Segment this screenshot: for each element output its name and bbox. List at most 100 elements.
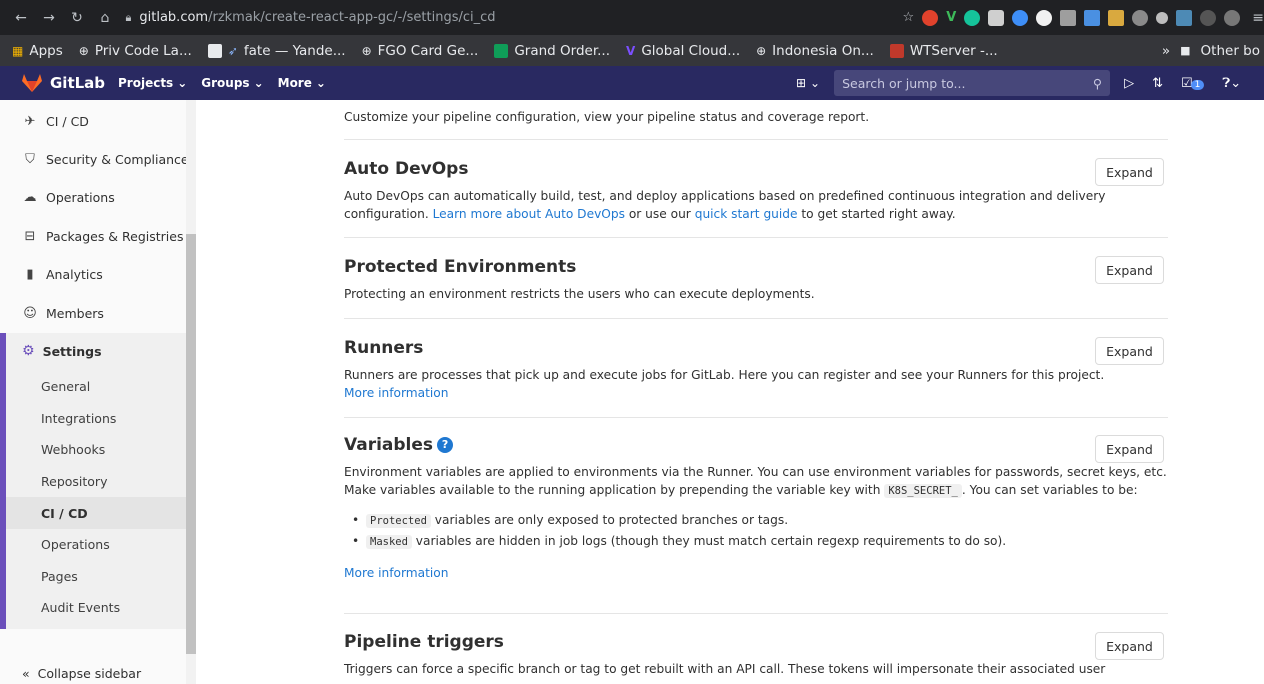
section-title: Protected Environments <box>344 257 577 277</box>
extension-icon[interactable]: V <box>946 10 956 25</box>
extension-icon[interactable] <box>1084 9 1101 26</box>
extension-icon[interactable] <box>1108 9 1125 26</box>
chevron-down-icon: ⌄ <box>810 76 821 90</box>
bookmark-apps[interactable]: ▦ Apps <box>0 43 71 59</box>
section-description: Protecting an environment restricts the … <box>344 287 815 301</box>
bookmark-item[interactable]: Grand Order... <box>486 43 618 59</box>
extension-icon[interactable] <box>964 9 981 26</box>
v-logo-icon: V <box>626 43 636 58</box>
bookmark-item[interactable]: ⊕ Priv Code La... <box>71 43 200 59</box>
section-description: Customize your pipeline configuration, v… <box>344 110 870 124</box>
tanuki-icon <box>22 74 42 92</box>
runners-more-info-link[interactable]: More information <box>344 386 448 400</box>
section-description: Triggers can force a specific branch or … <box>344 662 1106 676</box>
other-bookmarks[interactable]: Other bo <box>1201 43 1260 59</box>
divider <box>344 417 1168 418</box>
sidebar-item-packages[interactable]: ⊟ Packages & Registries <box>22 229 184 244</box>
sidebar-sub-cicd[interactable]: CI / CD <box>41 506 88 521</box>
apps-grid-icon: ▦ <box>12 43 24 58</box>
globe-icon: ⊕ <box>361 43 372 58</box>
bookmark-item[interactable]: ⊕ Indonesia On... <box>748 43 882 59</box>
bookmark-item[interactable]: V Global Cloud... <box>618 43 748 59</box>
extension-icon[interactable] <box>1012 9 1029 26</box>
chevron-down-icon: ⌄ <box>253 76 264 90</box>
pipeline-triggers-section: Pipeline triggers Triggers can force a s… <box>344 632 1168 678</box>
chart-icon: ▮ <box>26 267 34 282</box>
issues-icon[interactable]: ▷ <box>1124 76 1134 91</box>
extension-icon[interactable] <box>988 9 1005 26</box>
quick-start-link[interactable]: quick start guide <box>695 207 798 221</box>
extension-icon[interactable] <box>922 9 939 26</box>
new-item-dropdown[interactable]: ⊞ ⌄ <box>796 76 820 90</box>
project-sidebar: ✈ CI / CD ⛉ Security & Compliance ☁ Oper… <box>0 100 196 684</box>
list-item: Masked variables are hidden in job logs … <box>344 531 1168 552</box>
sidebar-sub-operations[interactable]: Operations <box>41 537 110 552</box>
extension-icon[interactable] <box>1132 9 1149 26</box>
gear-icon: ⚙ <box>22 343 35 359</box>
address-bar[interactable]: 🔒︎ gitlab.com /rzkmak/create-react-app-g… <box>126 4 771 32</box>
sidebar-scrollbar-thumb[interactable] <box>186 234 196 654</box>
auto-devops-link[interactable]: Learn more about Auto DevOps <box>433 207 625 221</box>
help-icon[interactable]: ? <box>437 436 454 453</box>
bookmark-item[interactable]: ⊕ FGO Card Ge... <box>354 43 487 59</box>
merge-requests-icon[interactable]: ⇅ <box>1152 76 1163 91</box>
expand-button[interactable]: Expand <box>1095 158 1164 186</box>
gitlab-logo[interactable]: GitLab <box>0 74 118 92</box>
shield-icon: ⛉ <box>25 152 35 167</box>
sidebar-item-settings[interactable]: ⚙ Settings <box>22 343 102 359</box>
sidebar-item-security[interactable]: ⛉ Security & Compliance <box>22 152 189 167</box>
extension-icon[interactable] <box>1200 9 1217 26</box>
expand-button[interactable]: Expand <box>1095 337 1164 365</box>
section-title: Auto DevOps <box>344 159 469 179</box>
star-icon[interactable]: ☆ <box>903 10 915 25</box>
help-icon: ❓︎ <box>1222 75 1231 91</box>
section-description: Environment variables are applied to env… <box>344 465 1167 498</box>
extension-icon[interactable] <box>1060 9 1077 26</box>
bookmark-item[interactable]: WTServer -... <box>882 43 1006 59</box>
bookmarks-overflow[interactable]: » <box>1162 43 1170 59</box>
sidebar-sub-pages[interactable]: Pages <box>41 569 78 584</box>
home-icon[interactable]: ⌂ <box>94 7 116 29</box>
sidebar-item-members[interactable]: ☺ Members <box>22 306 104 321</box>
code-snippet: K8S_SECRET_ <box>884 484 962 498</box>
bookmark-item[interactable]: ➶ fate — Yande... <box>200 43 354 59</box>
todos-button[interactable]: ☑ 1 <box>1181 76 1205 91</box>
expand-button[interactable]: Expand <box>1095 435 1164 463</box>
collapse-sidebar-button[interactable]: « Collapse sidebar <box>22 666 141 681</box>
package-icon: ⊟ <box>24 229 36 244</box>
sidebar-item-cicd[interactable]: ✈ CI / CD <box>22 114 89 129</box>
expand-button[interactable]: Expand <box>1095 632 1164 660</box>
menu-icon[interactable]: ≡ <box>1252 10 1264 26</box>
cloud-icon: ☁ <box>23 190 37 205</box>
extension-icon[interactable] <box>1156 11 1169 24</box>
extension-icon[interactable] <box>1176 9 1193 26</box>
expand-button[interactable]: Expand <box>1095 256 1164 284</box>
back-icon[interactable]: ← <box>10 7 32 29</box>
variables-section: Variables? Environment variables are app… <box>344 435 1168 582</box>
sidebar-sub-audit-events[interactable]: Audit Events <box>41 600 120 615</box>
nav-groups[interactable]: Groups ⌄ <box>201 76 263 90</box>
variables-more-info-link[interactable]: More information <box>344 566 448 580</box>
extension-icon[interactable] <box>1224 9 1241 26</box>
search-input[interactable]: Search or jump to... ⚲ <box>834 70 1111 96</box>
sidebar-sub-webhooks[interactable]: Webhooks <box>41 442 105 457</box>
reload-icon[interactable]: ↻ <box>66 7 88 29</box>
sidebar-item-operations[interactable]: ☁ Operations <box>22 190 115 205</box>
sidebar-sub-repository[interactable]: Repository <box>41 474 107 489</box>
rocket-icon: ✈ <box>24 114 36 129</box>
variables-list: Protected variables are only exposed to … <box>344 510 1168 552</box>
help-dropdown[interactable]: ❓︎⌄ <box>1222 76 1241 91</box>
extension-icon[interactable] <box>1036 9 1053 26</box>
gitlab-header: GitLab Projects ⌄ Groups ⌄ More ⌄ ⊞ ⌄ Searc… <box>0 66 1264 100</box>
forward-icon[interactable]: → <box>38 7 60 29</box>
sidebar-item-analytics[interactable]: ▮ Analytics <box>22 267 102 282</box>
wtserver-icon <box>889 43 904 58</box>
feather-icon: ➶ <box>227 43 238 58</box>
search-icon: ⚲ <box>1092 75 1103 91</box>
todo-badge: 1 <box>1190 79 1205 90</box>
nav-projects[interactable]: Projects ⌄ <box>118 76 187 90</box>
nav-more[interactable]: More ⌄ <box>278 76 326 90</box>
bookmarks-bar: ▦ Apps ⊕ Priv Code La... ➶ fate — Yande.… <box>0 35 1264 66</box>
sidebar-sub-general[interactable]: General <box>41 379 90 394</box>
sidebar-sub-integrations[interactable]: Integrations <box>41 411 116 426</box>
